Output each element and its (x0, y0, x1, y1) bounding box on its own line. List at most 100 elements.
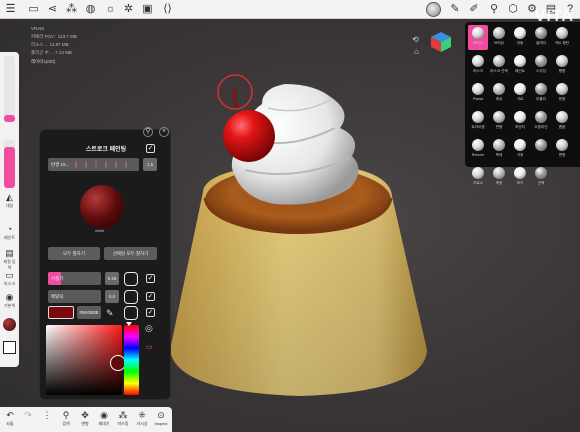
tool-label: 복제 (495, 153, 503, 157)
tool-item[interactable]: 마스크 선택 (489, 53, 509, 78)
tool-item[interactable]: 브러시 (468, 25, 488, 50)
tool-item[interactable]: 페인트 (510, 53, 530, 78)
box-icon[interactable]: ⬡ (506, 2, 520, 16)
roughness-value[interactable]: 0.25 (105, 272, 119, 285)
tool-item[interactable]: 문형 (552, 81, 572, 106)
visibility-icon: ⁜ (138, 410, 146, 420)
roughness-slider[interactable]: 거칠기 (48, 272, 101, 285)
list-button[interactable]: ⋮ (38, 409, 56, 421)
tool-item[interactable]: 메쉬 (489, 81, 509, 106)
tool-icon (472, 27, 484, 39)
intensity-slider-fill (4, 147, 15, 188)
symmetry-icon: ◭ (6, 192, 13, 202)
tool-label: 가위 (516, 153, 524, 157)
tool-item[interactable]: 가위 (510, 137, 530, 162)
radius-slider[interactable] (4, 56, 15, 122)
roughness-texture-slot[interactable] (124, 272, 138, 286)
search-button[interactable]: ⚲ 검색 (57, 409, 75, 427)
tool-item[interactable]: 평평 (552, 53, 572, 78)
metalness-slider[interactable]: 메탈릭 (48, 290, 101, 303)
tool-item[interactable]: 트라이앵 (468, 109, 488, 134)
code-icon[interactable]: ⟨⟩ (161, 3, 174, 16)
material-input-button[interactable]: ▤ 재질 입력 (2, 248, 17, 271)
tool-item[interactable]: 변형 (552, 137, 572, 162)
tool-icon (472, 83, 484, 95)
app-root: { "topbar": { "left_icons": ["menu-icon"… (0, 0, 580, 432)
image-icon[interactable]: ▣ (141, 3, 154, 16)
tool-item[interactable]: 선택 (531, 165, 551, 190)
tool-item[interactable]: 부풀리 (531, 81, 551, 106)
tool-item[interactable]: 스무딩 (531, 53, 551, 78)
home-icon[interactable]: ⌂ (414, 47, 419, 56)
tool-item[interactable]: 넥트 평탄 (552, 25, 572, 50)
symmetry-button[interactable]: ◭ 대칭 (2, 192, 17, 209)
inspect-button[interactable]: ⊙ Inspect (152, 409, 170, 426)
pen-icon[interactable]: ✎ (448, 2, 462, 16)
tool-icon (493, 139, 505, 151)
tool-item[interactable]: 복제 (489, 137, 509, 162)
close-icon[interactable]: × (159, 127, 169, 137)
folder-icon[interactable]: ▭ (27, 3, 40, 16)
tool-item[interactable]: 이동 (510, 25, 530, 50)
metalness-checkbox[interactable]: ✓ (146, 292, 155, 301)
eye-button[interactable]: ◉ 재대기 (95, 409, 113, 427)
avatar[interactable] (426, 2, 441, 17)
gear-icon[interactable]: ✲ (122, 3, 135, 16)
masking-button[interactable]: ⁂ 마스킹 (114, 409, 132, 427)
hue-slider[interactable] (124, 325, 139, 395)
pin-icon[interactable]: ⚲ (143, 127, 153, 137)
undo-button[interactable]: ↶ 되돌 (1, 409, 19, 427)
color-swatch[interactable] (48, 306, 74, 319)
color-mode-icon[interactable]: ▭ (146, 343, 153, 351)
tool-item[interactable] (531, 137, 551, 162)
menu-icon[interactable]: ☰ (4, 3, 17, 16)
scene-icon[interactable]: ⁂ (65, 3, 78, 16)
tool-icon (472, 167, 484, 179)
tool-icon (535, 83, 547, 95)
roughness-checkbox[interactable]: ✓ (146, 274, 155, 283)
material-preview[interactable] (3, 318, 16, 331)
view-cube[interactable] (429, 30, 453, 54)
metalness-texture-slot[interactable] (124, 290, 138, 304)
tool-item[interactable]: 자로소 (468, 165, 488, 190)
redo-button[interactable]: ↷ (19, 409, 37, 421)
camera-icon[interactable]: ⟲ (412, 35, 419, 44)
color-settings-icon[interactable]: ◎ (145, 323, 153, 334)
transform-button[interactable]: ✥ 변형 (76, 409, 94, 427)
paint-icon[interactable]: ✐ (467, 2, 481, 16)
paint-all-button[interactable]: 모두 칠하기 (48, 247, 100, 260)
tool-item[interactable]: 포밍지 (510, 109, 530, 134)
tool-item[interactable]: 측정 (489, 165, 509, 190)
panel-checkbox[interactable]: ✓ (146, 144, 155, 153)
radius-value[interactable]: 1.5 (143, 158, 157, 171)
globe-icon[interactable]: ◍ (84, 3, 97, 16)
metalness-value[interactable]: 0.0 (105, 290, 119, 303)
tool-item[interactable]: 가로 (510, 81, 530, 106)
color-hex-field[interactable]: #5E0B0B (77, 306, 101, 319)
transform-icon: ✥ (81, 410, 89, 420)
color-swatch-square[interactable] (3, 341, 16, 354)
visibility-button[interactable]: ⁜ 가시성 (133, 409, 151, 427)
tool-item[interactable]: 쏘핑라인 (531, 109, 551, 134)
tool-item[interactable]: 클레이 (531, 25, 551, 50)
tool-item[interactable]: Planar (468, 81, 488, 106)
tool-item[interactable]: 변형 (489, 109, 509, 134)
mask-button[interactable]: ▭ 마스크 (2, 270, 17, 287)
base-color-button[interactable]: ◉ 기본색 (2, 292, 17, 309)
tool-item[interactable]: 좁음 (552, 109, 572, 134)
tool-label: 보기 (516, 181, 524, 185)
tool-item[interactable]: 마스크 (468, 53, 488, 78)
sun-icon[interactable]: ☼ (104, 3, 117, 16)
color-texture-slot[interactable] (124, 306, 138, 320)
eyedropper-icon[interactable]: ✎ (106, 308, 114, 319)
radius-slider[interactable]: 반경 15... (48, 158, 139, 171)
pin-icon[interactable]: ⚲ (487, 2, 501, 16)
share-icon[interactable]: ⋖ (46, 3, 59, 16)
paint-button[interactable]: ◔ 페인트 (2, 224, 17, 241)
paint-visible-button[interactable]: 선택된 모두 칠하기 (104, 247, 157, 260)
tool-item[interactable]: 브러쉬 (489, 25, 509, 50)
color-checkbox[interactable]: ✓ (146, 308, 155, 317)
tool-item[interactable]: 보기 (510, 165, 530, 190)
tool-item[interactable]: Relaxer (468, 137, 488, 162)
tool-icon (493, 83, 505, 95)
